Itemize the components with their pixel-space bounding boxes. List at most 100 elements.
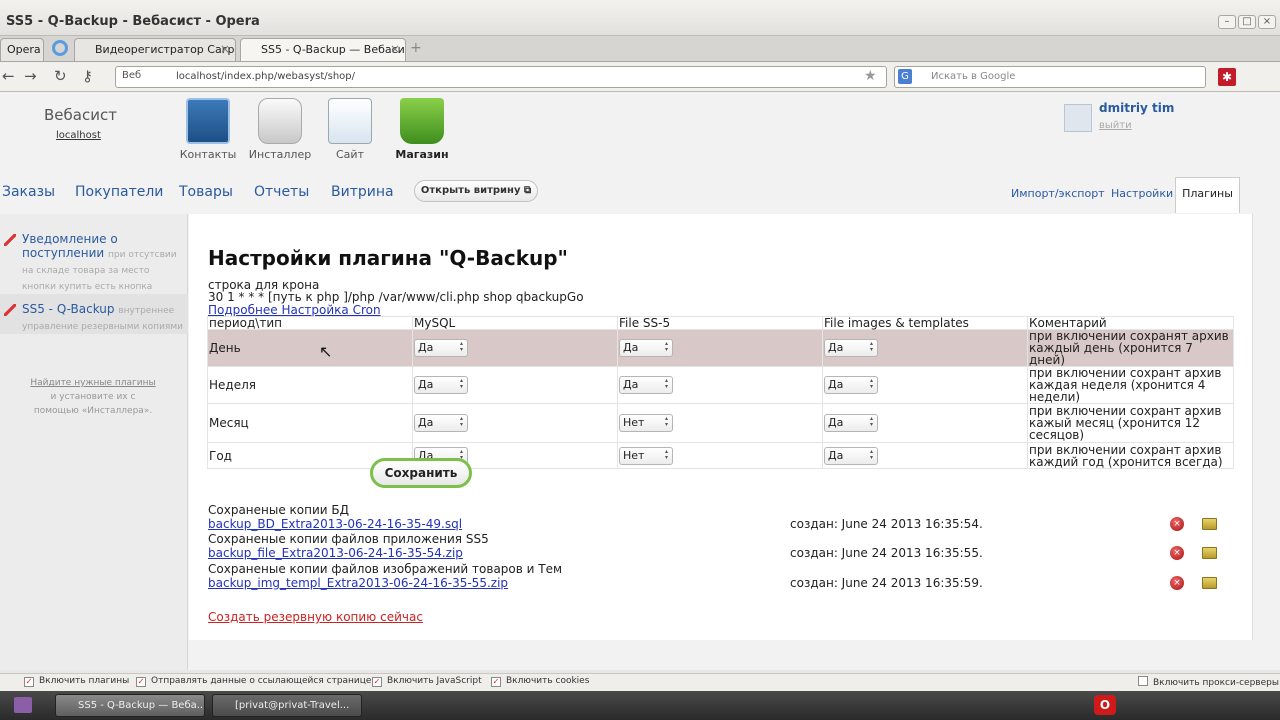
toggle-referrer[interactable]: ✓ Отправлять данные о ссылающейся страниц… [136,676,371,687]
backup-section-label: Сохраненые копии БД [208,503,349,517]
site-name: Вебасист [44,106,117,124]
backup-created: создан: June 24 2013 16:35:55. [790,546,983,560]
user-name[interactable]: dmitriy tim [1099,101,1174,115]
images-select[interactable]: Да [824,414,878,432]
installer-icon [258,98,302,144]
app-header: Вебасист localhost Контакты Инсталлер Са… [0,92,1272,213]
download-folder-icon[interactable] [1202,547,1217,559]
delete-icon[interactable]: × [1170,517,1184,531]
backup-file-link[interactable]: backup_img_templ_Extra2013-06-24-16-35-5… [208,576,508,590]
close-window-button[interactable]: × [1258,15,1276,29]
taskbar-item-opera[interactable]: SS5 - Q-Backup — Веба... [55,694,205,717]
find-plugins-link[interactable]: Найдите нужные плагины [30,378,155,388]
backup-file-link[interactable]: backup_file_Extra2013-06-24-16-35-54.zip [208,546,463,560]
bookmark-star-icon[interactable]: ★ [864,68,877,84]
mysql-select[interactable]: Да [414,339,468,357]
backup-section-label: Сохраненые копии файлов изображений това… [208,562,563,576]
toggle-plugins[interactable]: ✓ Включить плагины [24,676,129,687]
sidebar-help: Найдите нужные плагины и установите их с… [28,376,158,418]
app-contacts[interactable]: Контакты [168,98,248,161]
toggle-label: Отправлять данные о ссылающейся странице [151,676,372,686]
column-header: Коментарий [1027,316,1234,330]
cron-help-link[interactable]: Подробнее Настройка Cron [208,303,381,317]
url-text: localhost/index.php/webasyst/shop/ [176,71,356,82]
app-site[interactable]: Сайт [310,98,390,161]
search-field[interactable]: G Искать в Google [894,66,1206,88]
app-label: Инсталлер [248,148,312,161]
site-icon [328,98,372,144]
save-button[interactable]: Сохранить [370,458,472,488]
user-avatar[interactable] [1064,104,1092,132]
forward-icon[interactable]: → [24,67,37,85]
period-cell: Месяц [207,403,413,443]
table-row: Год Да Нет Да при включении сохрант архи… [207,442,1234,469]
app-installer[interactable]: Инсталлер [240,98,320,161]
backup-file-link[interactable]: backup_BD_Extra2013-06-24-16-35-49.sql [208,517,462,531]
menu-orders[interactable]: Заказы [2,184,55,200]
file-select[interactable]: Нет [619,414,673,432]
delete-icon[interactable]: × [1170,576,1184,590]
menu-import-export[interactable]: Импорт/экспорт [1011,187,1105,200]
toggle-javascript[interactable]: ✓ Включить JavaScript [372,676,482,687]
images-select[interactable]: Да [824,446,878,465]
table-row: Неделя Да Да Да при включении сохрант ар… [207,366,1234,404]
tab-qbackup[interactable]: SS5 - Q-Backup — Вебасист × [240,38,406,61]
tab-plugins[interactable]: Плагины [1175,177,1240,213]
page-title: Настройки плагина "Q-Backup" [208,246,568,270]
file-select[interactable]: Да [619,376,673,394]
logout-link[interactable]: выйти [1099,120,1132,131]
opera-menu-button[interactable]: Opera [0,38,44,61]
download-folder-icon[interactable] [1202,577,1217,589]
opera-tray-icon[interactable]: O [1094,695,1116,715]
menu-reports[interactable]: Отчеты [254,184,309,200]
toggle-proxy[interactable]: Включить прокси-серверы [1138,676,1279,688]
key-icon[interactable]: ⚷ [82,67,93,85]
create-backup-now-link[interactable]: Создать резервную копию сейчас [208,610,423,624]
close-tab-icon[interactable]: × [220,39,230,60]
delete-icon[interactable]: × [1170,546,1184,560]
backup-section-label: Сохраненые копии файлов приложения SS5 [208,532,489,546]
google-icon: G [898,69,912,84]
backup-schedule-table: период\тип MySQL File SS-5 File images &… [207,316,1234,469]
show-desktop-icon[interactable] [14,697,32,713]
file-select[interactable]: Да [619,339,673,357]
table-row: Месяц Да Нет Да при включении сохрант ар… [207,403,1234,443]
os-taskbar: SS5 - Q-Backup — Веба... [privat@privat-… [0,691,1280,720]
web-badge: Веб [122,70,142,81]
mysql-select[interactable]: Да [414,376,468,394]
menu-customers[interactable]: Покупатели [75,184,163,200]
table-row: День Да Да Да при включении сохранят арх… [207,329,1234,367]
address-bar[interactable]: Веб localhost/index.php/webasyst/shop/ ★ [115,66,887,88]
images-select[interactable]: Да [824,376,878,394]
back-icon[interactable]: ← [2,67,15,85]
app-shop[interactable]: Магазин [382,98,462,161]
toggle-cookies[interactable]: ✓ Включить cookies [491,676,589,687]
site-host-link[interactable]: localhost [56,130,101,141]
sidebar-item-qbackup[interactable]: SS5 - Q-Backup внутреннее управление рез… [0,294,188,334]
sidebar-item-title: Уведомление о поступлении [22,232,118,260]
file-select[interactable]: Нет [619,446,673,465]
tab-video-recorder[interactable]: Видеорегистратор Cагра-... × [74,38,236,61]
tab-label: SS5 - Q-Backup — Вебасист [261,43,406,56]
extension-icon[interactable]: ✱ [1218,68,1236,86]
sidebar-item-notify[interactable]: Уведомление о поступлении при отсутсвии … [0,224,188,308]
toggle-label: Включить cookies [506,676,590,686]
period-cell: День [207,329,413,367]
taskbar-item-terminal[interactable]: [privat@privat-Travel... [212,694,362,717]
column-header: File SS-5 [617,316,823,330]
menu-products[interactable]: Товары [179,184,233,200]
speed-dial-icon[interactable] [52,40,68,56]
images-select[interactable]: Да [824,339,878,357]
download-folder-icon[interactable] [1202,518,1217,530]
toggle-label: Включить прокси-серверы [1153,678,1279,688]
menu-settings[interactable]: Настройки [1111,187,1173,200]
new-tab-icon[interactable]: + [410,40,422,56]
menu-storefront[interactable]: Витрина [331,184,394,200]
mysql-select[interactable]: Да [414,414,468,432]
minimize-button[interactable]: – [1218,15,1236,29]
open-storefront-button[interactable]: Открыть витрину ⧉ [414,180,538,202]
reload-icon[interactable]: ↻ [54,67,67,85]
plugin-settings-panel: Настройки плагина "Q-Backup" строка для … [189,214,1253,640]
maximize-button[interactable]: □ [1238,15,1256,29]
close-tab-icon[interactable]: × [390,39,400,60]
